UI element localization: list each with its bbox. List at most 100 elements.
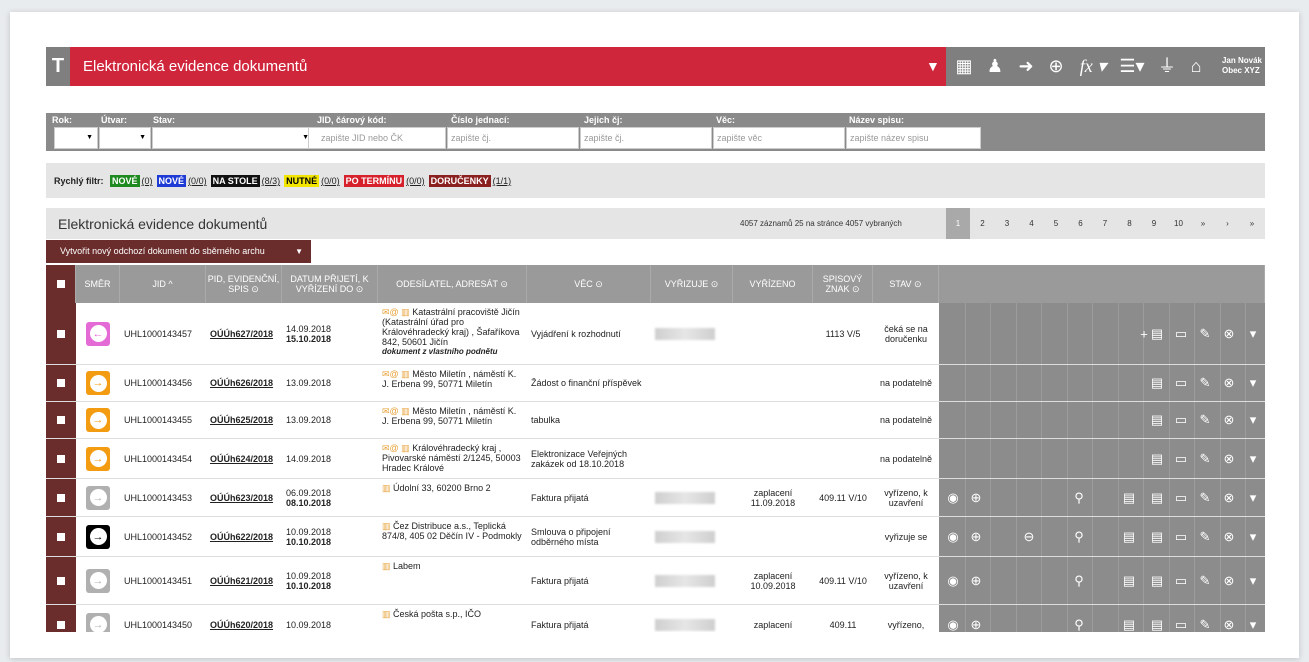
- folder-icon[interactable]: ▭: [1171, 451, 1191, 467]
- page-link[interactable]: 5: [1044, 208, 1068, 239]
- table-row[interactable]: → UHL1000143455 OÚÚh625/2018 13.09.2018 ✉@ ▥…: [46, 402, 1265, 439]
- chevron-down-icon[interactable]: ▾: [1243, 529, 1263, 545]
- pid-link[interactable]: OÚÚh622/2018: [206, 517, 282, 556]
- eye-icon[interactable]: ◉: [943, 529, 963, 545]
- jejich-input[interactable]: zapište čj.: [580, 127, 712, 149]
- edit-icon[interactable]: ✎: [1195, 451, 1215, 467]
- quick-filter-chip[interactable]: NA STOLE: [210, 175, 260, 187]
- edit-icon[interactable]: ✎: [1195, 573, 1215, 589]
- plus-circle-icon[interactable]: ⊕: [966, 529, 986, 545]
- col-odesilatel[interactable]: ODESÍLATEL, ADRESÁT ⊙: [378, 265, 527, 303]
- pdf-icon[interactable]: ▤: [1147, 617, 1167, 633]
- col-vyrizuje[interactable]: VYŘIZUJE ⊙: [651, 265, 733, 303]
- table-row[interactable]: → UHL1000143450 OÚÚh620/2018 10.09.2018 ▥ Če…: [46, 605, 1265, 632]
- table-row[interactable]: → UHL1000143456 OÚÚh626/2018 13.09.2018 ✉@ ▥…: [46, 365, 1265, 402]
- document-icon[interactable]: ▤: [1119, 529, 1139, 545]
- chevron-down-icon[interactable]: ▾: [1243, 490, 1263, 506]
- folder-icon[interactable]: ▭: [1171, 375, 1191, 391]
- pid-link[interactable]: OÚÚh624/2018: [206, 439, 282, 478]
- table-row[interactable]: → UHL1000143452 OÚÚh622/2018 10.09.2018 10.1…: [46, 517, 1265, 557]
- edit-icon[interactable]: ✎: [1195, 617, 1215, 633]
- new-outgoing-document-button[interactable]: Vytvořit nový odchozí dokument do sběrné…: [46, 240, 311, 263]
- chevron-down-icon[interactable]: ▾: [1243, 375, 1263, 391]
- page-link[interactable]: »: [1191, 208, 1215, 239]
- pid-link[interactable]: OÚÚh627/2018: [206, 303, 282, 364]
- vec-input[interactable]: zapište věc: [713, 127, 845, 149]
- plus-circle-icon[interactable]: ⊕: [966, 617, 986, 633]
- page-link[interactable]: 8: [1118, 208, 1142, 239]
- chevron-down-icon[interactable]: ▾: [1243, 326, 1263, 342]
- table-row[interactable]: → UHL1000143451 OÚÚh621/2018 10.09.2018 10.1…: [46, 557, 1265, 605]
- col-pid[interactable]: PID, EVIDENČNÍ, SPIS ⊙: [206, 265, 282, 303]
- person-icon[interactable]: ♟: [984, 47, 1006, 86]
- page-link[interactable]: »: [1240, 208, 1264, 239]
- row-checkbox[interactable]: [46, 479, 76, 516]
- quick-filter-count[interactable]: (1/1): [493, 176, 512, 186]
- col-jid[interactable]: JID ^: [120, 265, 206, 303]
- plus-circle-icon[interactable]: ⊕: [966, 490, 986, 506]
- close-icon[interactable]: ⊗: [1219, 617, 1239, 633]
- chevron-down-icon[interactable]: ▾: [1243, 412, 1263, 428]
- quick-filter-chip[interactable]: NOVÉ: [110, 175, 140, 187]
- row-checkbox[interactable]: [46, 517, 76, 556]
- folder-icon[interactable]: ▭: [1171, 573, 1191, 589]
- edit-icon[interactable]: ✎: [1195, 326, 1215, 342]
- quick-filter-chip[interactable]: NUTNÉ: [284, 175, 320, 187]
- eye-icon[interactable]: ◉: [943, 617, 963, 633]
- col-stav[interactable]: STAV ⊙: [873, 265, 939, 303]
- edit-icon[interactable]: ✎: [1195, 529, 1215, 545]
- page-link[interactable]: 10: [1167, 208, 1191, 239]
- page-link[interactable]: 6: [1069, 208, 1093, 239]
- document-icon[interactable]: ▤: [1119, 490, 1139, 506]
- chevron-down-icon[interactable]: ▾: [1243, 573, 1263, 589]
- close-icon[interactable]: ⊗: [1219, 529, 1239, 545]
- edit-icon[interactable]: ✎: [1195, 412, 1215, 428]
- folder-icon[interactable]: ▭: [1171, 529, 1191, 545]
- module-dropdown-icon[interactable]: ▼: [926, 58, 940, 74]
- col-znak[interactable]: SPISOVÝ ZNAK ⊙: [813, 265, 873, 303]
- pdf-icon[interactable]: ▤: [1147, 573, 1167, 589]
- pdf-icon[interactable]: ▤: [1147, 529, 1167, 545]
- arrow-circle-icon[interactable]: ➜: [1014, 47, 1038, 86]
- close-icon[interactable]: ⊗: [1219, 490, 1239, 506]
- pdf-icon[interactable]: ▤: [1147, 326, 1167, 342]
- col-datum[interactable]: DATUM PŘIJETÍ, K VYŘÍZENÍ DO ⊙: [282, 265, 378, 303]
- filter-icon[interactable]: ⏚: [1156, 47, 1178, 86]
- row-checkbox[interactable]: [46, 365, 76, 401]
- plus-circle-icon[interactable]: ⊕: [1044, 47, 1068, 86]
- edit-icon[interactable]: ✎: [1195, 375, 1215, 391]
- signature-icon[interactable]: ⚲: [1069, 573, 1089, 589]
- user-info[interactable]: Jan Novák Obec XYZ: [1222, 56, 1262, 76]
- utvar-select[interactable]: [99, 127, 151, 149]
- signature-icon[interactable]: ⚲: [1069, 490, 1089, 506]
- table-row[interactable]: → UHL1000143453 OÚÚh623/2018 06.09.2018 08.1…: [46, 479, 1265, 517]
- close-icon[interactable]: ⊗: [1219, 573, 1239, 589]
- col-vec[interactable]: VĚC ⊙: [527, 265, 651, 303]
- page-link[interactable]: 2: [971, 208, 995, 239]
- quick-filter-count[interactable]: (0): [142, 176, 153, 186]
- col-smer[interactable]: SMĚR: [76, 265, 120, 303]
- list-menu-icon[interactable]: ☰▾: [1116, 47, 1148, 86]
- spis-input[interactable]: zapište název spisu: [846, 127, 981, 149]
- plus-circle-icon[interactable]: ⊕: [966, 573, 986, 589]
- pdf-icon[interactable]: ▤: [1147, 412, 1167, 428]
- row-checkbox[interactable]: [46, 605, 76, 632]
- quick-filter-chip[interactable]: NOVÉ: [156, 175, 187, 187]
- rok-select[interactable]: [54, 127, 98, 149]
- jid-input[interactable]: zapište JID nebo ČK: [308, 127, 446, 149]
- table-row[interactable]: ← UHL1000143457 OÚÚh627/2018 14.09.2018 15.1…: [46, 303, 1265, 365]
- function-icon[interactable]: fx ▾: [1076, 47, 1110, 86]
- row-checkbox[interactable]: [46, 402, 76, 438]
- pdf-icon[interactable]: ▤: [1147, 490, 1167, 506]
- folder-icon[interactable]: ▭: [1171, 326, 1191, 342]
- document-icon[interactable]: ▤: [1119, 573, 1139, 589]
- chevron-down-icon[interactable]: ▼: [295, 240, 303, 263]
- pid-link[interactable]: OÚÚh623/2018: [206, 479, 282, 516]
- page-link[interactable]: 9: [1142, 208, 1166, 239]
- page-link[interactable]: ›: [1216, 208, 1240, 239]
- row-checkbox[interactable]: [46, 557, 76, 604]
- folder-icon[interactable]: ▭: [1171, 490, 1191, 506]
- quick-filter-count[interactable]: (0/0): [406, 176, 425, 186]
- close-icon[interactable]: ⊗: [1219, 412, 1239, 428]
- pid-link[interactable]: OÚÚh620/2018: [206, 605, 282, 632]
